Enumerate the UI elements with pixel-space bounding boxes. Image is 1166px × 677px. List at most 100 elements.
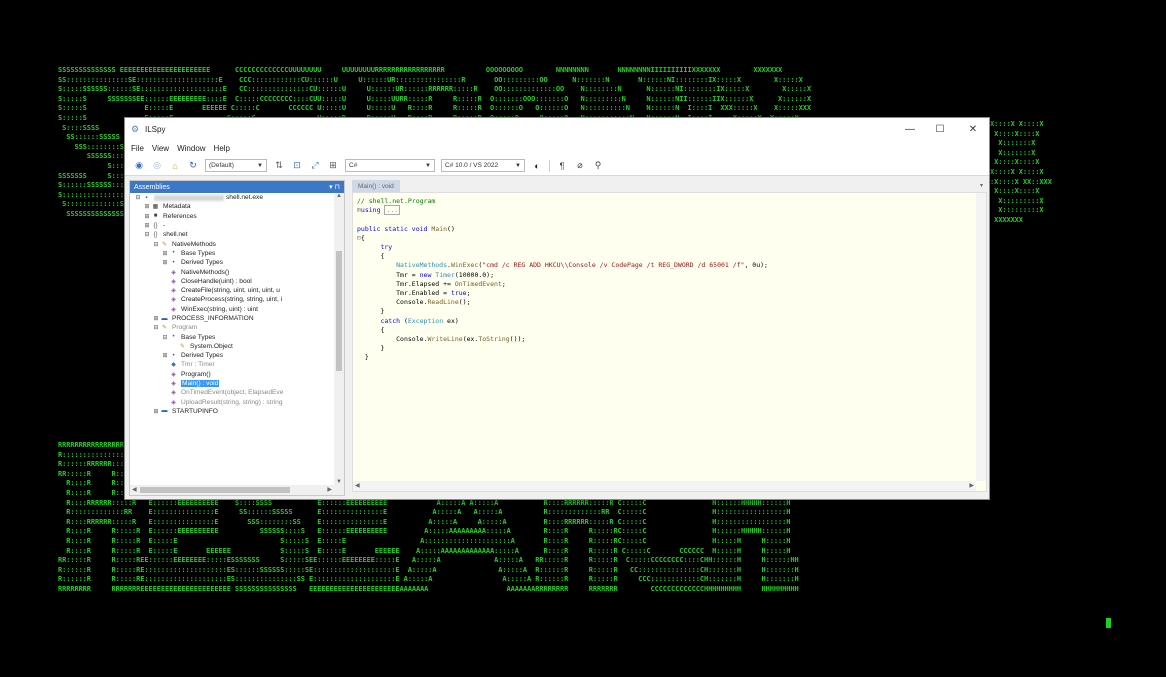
expand-toggle-icon[interactable]: ⊟ [152,324,160,331]
attach-icon[interactable]: ⌀ [574,160,586,172]
code-vertical-scrollbar[interactable] [976,193,986,481]
code-text: (); [458,298,471,307]
tree-item-label: Base Types [181,333,216,341]
code-brace: } [380,344,385,353]
code-brace: { [380,252,385,261]
tree-item[interactable]: ⊞ • Base Types [130,249,334,258]
expand-toggle-icon[interactable]: ⊟ [134,194,142,201]
menu-view[interactable]: View [152,144,169,153]
forward-icon[interactable]: ◎ [151,160,163,172]
tree-item[interactable]: ◈ Program() [130,370,334,379]
tab-list-icon[interactable]: ▾ [980,182,983,189]
close-icon[interactable]: ✕ [958,118,988,140]
search-icon[interactable]: ⚲ [592,160,604,172]
tree-item[interactable]: ◈ Main() : void [130,379,334,388]
tree-item[interactable]: ◈ NativeMethods() [130,267,334,276]
expand-toggle-icon[interactable]: ⊟ [143,231,151,238]
toolbar-separator [549,159,550,172]
scroll-left-icon[interactable]: ◀ [355,482,360,489]
menu-bar: File View Window Help [125,140,989,156]
code-bool: true [450,289,467,298]
tree-item[interactable]: ◆ Tmr : Timer [130,360,334,369]
tree-item[interactable]: ⊞ ▬ PROCESS_INFORMATION [130,314,334,323]
code-method: ReadLine [427,298,459,307]
code-string: "cmd /c REG ADD HKCU\\Console /v CodePag… [482,261,745,270]
code-try: try [380,243,393,252]
expand-toggle-icon[interactable]: ⊞ [143,213,151,220]
tree-item[interactable]: ⊟{} shell.net [130,230,334,239]
expand-toggle-icon[interactable]: ⊞ [152,408,160,415]
tree-item[interactable]: ⊞ ■ References [130,212,334,221]
manage-lists-icon[interactable]: ¶ [556,160,568,172]
scroll-thumb[interactable] [140,487,290,493]
expand-toggle-icon[interactable]: ⊞ [143,222,151,229]
tree-item[interactable]: ⊟ • Base Types [130,332,334,341]
tree-item[interactable]: ◈ WinExec(string, uint) : uint [130,305,334,314]
pin-icon[interactable]: ▾ ⊓ [329,183,340,191]
expand-toggle-icon[interactable]: ⊞ [152,315,160,322]
tree-item[interactable]: ⊞ • Derived Types [130,351,334,360]
tree-item-label: UploadResult(string, string) : string [181,398,283,406]
chevron-down-icon: ▼ [257,162,263,169]
tree-item[interactable]: ◈ CreateFile(string, uint, uint, uint, u [130,286,334,295]
expand-toggle-icon[interactable]: ⊟ [161,334,169,341]
menu-file[interactable]: File [131,144,144,153]
maximize-icon[interactable]: ☐ [925,118,955,140]
chevron-down-icon: ▼ [425,162,431,169]
tree-item[interactable]: ⊟ ✎ Program [130,323,334,332]
tree-item[interactable]: ◈ CreateProcess(string, string, uint, i [130,295,334,304]
decompiled-code: // shell.net.Program ⊞using ... public s… [357,197,768,362]
tree-item[interactable]: ◈ CloseHandle(uint) : bool [130,277,334,286]
tree-item-label: Derived Types [181,259,224,267]
expand-toggle-icon[interactable]: ⊞ [161,352,169,359]
theme-icon[interactable]: ◐ [531,160,543,172]
minimize-icon[interactable]: — [895,118,925,140]
tree-item[interactable]: ◈ UploadResult(string, string) : string [130,398,334,407]
code-text: (ex. [462,335,479,344]
scroll-thumb[interactable] [336,251,342,371]
code-method: OnTimedEvent [454,279,502,288]
scroll-up-icon[interactable]: ▲ [336,193,342,199]
code-comment: // shell.net.Program [357,197,436,205]
tree-item[interactable]: ⊞ ▦ Metadata [130,202,334,211]
tree-node-icon: ▦ [152,204,159,211]
tree-vertical-scrollbar[interactable]: ▲ ▼ [334,193,344,485]
expand-toggle-icon[interactable]: ⊞ [143,203,151,210]
tree-item[interactable]: ⊞ ▬ STARTUPINFO [130,407,334,416]
code-horizontal-scrollbar[interactable]: ◀ ▶ [353,481,976,491]
tree-item[interactable]: ⊞{} - [130,221,334,230]
tree-item-label: System.Object [190,342,233,350]
open-folder-icon[interactable]: ⌂ [169,160,181,172]
collapsed-usings[interactable]: ... [384,205,401,216]
scroll-right-icon[interactable]: ▶ [327,486,332,493]
language-combo[interactable]: C# ▼ [345,159,435,172]
document-tab-strip: Main() : void ▾ [352,180,987,192]
tree-item[interactable]: ◈ OnTimedEvent(object, ElapsedEve [130,388,334,397]
menu-window[interactable]: Window [177,144,205,153]
expand-toggle-icon[interactable]: ⊞ [161,250,169,257]
scroll-right-icon[interactable]: ▶ [969,482,974,489]
ascii-art-banner-right: X::::X X::::X X::::X::::X X:::::::X X:::… [990,120,1052,224]
expand-toggle-icon[interactable]: ⊞ [161,259,169,266]
tree-node-icon: • [172,334,175,341]
tree-item[interactable]: ⊟ ▪ shell.net.exe [130,193,334,202]
tree-item[interactable]: ✎ System.Object [130,342,334,351]
scroll-left-icon[interactable]: ◀ [132,486,137,493]
back-icon[interactable]: ◉ [133,160,145,172]
analyze-icon[interactable]: ⊞ [327,160,339,172]
sort-icon[interactable]: ⇅ [273,160,285,172]
show-all-icon[interactable]: ⊡ [291,160,303,172]
code-brace: } [380,307,385,316]
reload-icon[interactable]: ↻ [187,160,199,172]
tree-item[interactable]: ⊟ ✎ NativeMethods [130,239,334,248]
redacted-path [154,194,224,201]
menu-help[interactable]: Help [214,144,230,153]
tab-main[interactable]: Main() : void [352,180,400,192]
expand-toggle-icon[interactable]: ⊟ [152,241,160,248]
version-combo[interactable]: C# 10.0 / VS 2022 ▼ [441,159,525,172]
tree-item[interactable]: ⊞ • Derived Types [130,258,334,267]
nav-icon[interactable]: ⤢ [309,160,321,172]
code-editor[interactable]: // shell.net.Program ⊞using ... public s… [352,192,987,492]
filter-combo[interactable]: (Default) ▼ [205,159,267,172]
tree-horizontal-scrollbar[interactable]: ◀ ▶ [130,485,344,495]
